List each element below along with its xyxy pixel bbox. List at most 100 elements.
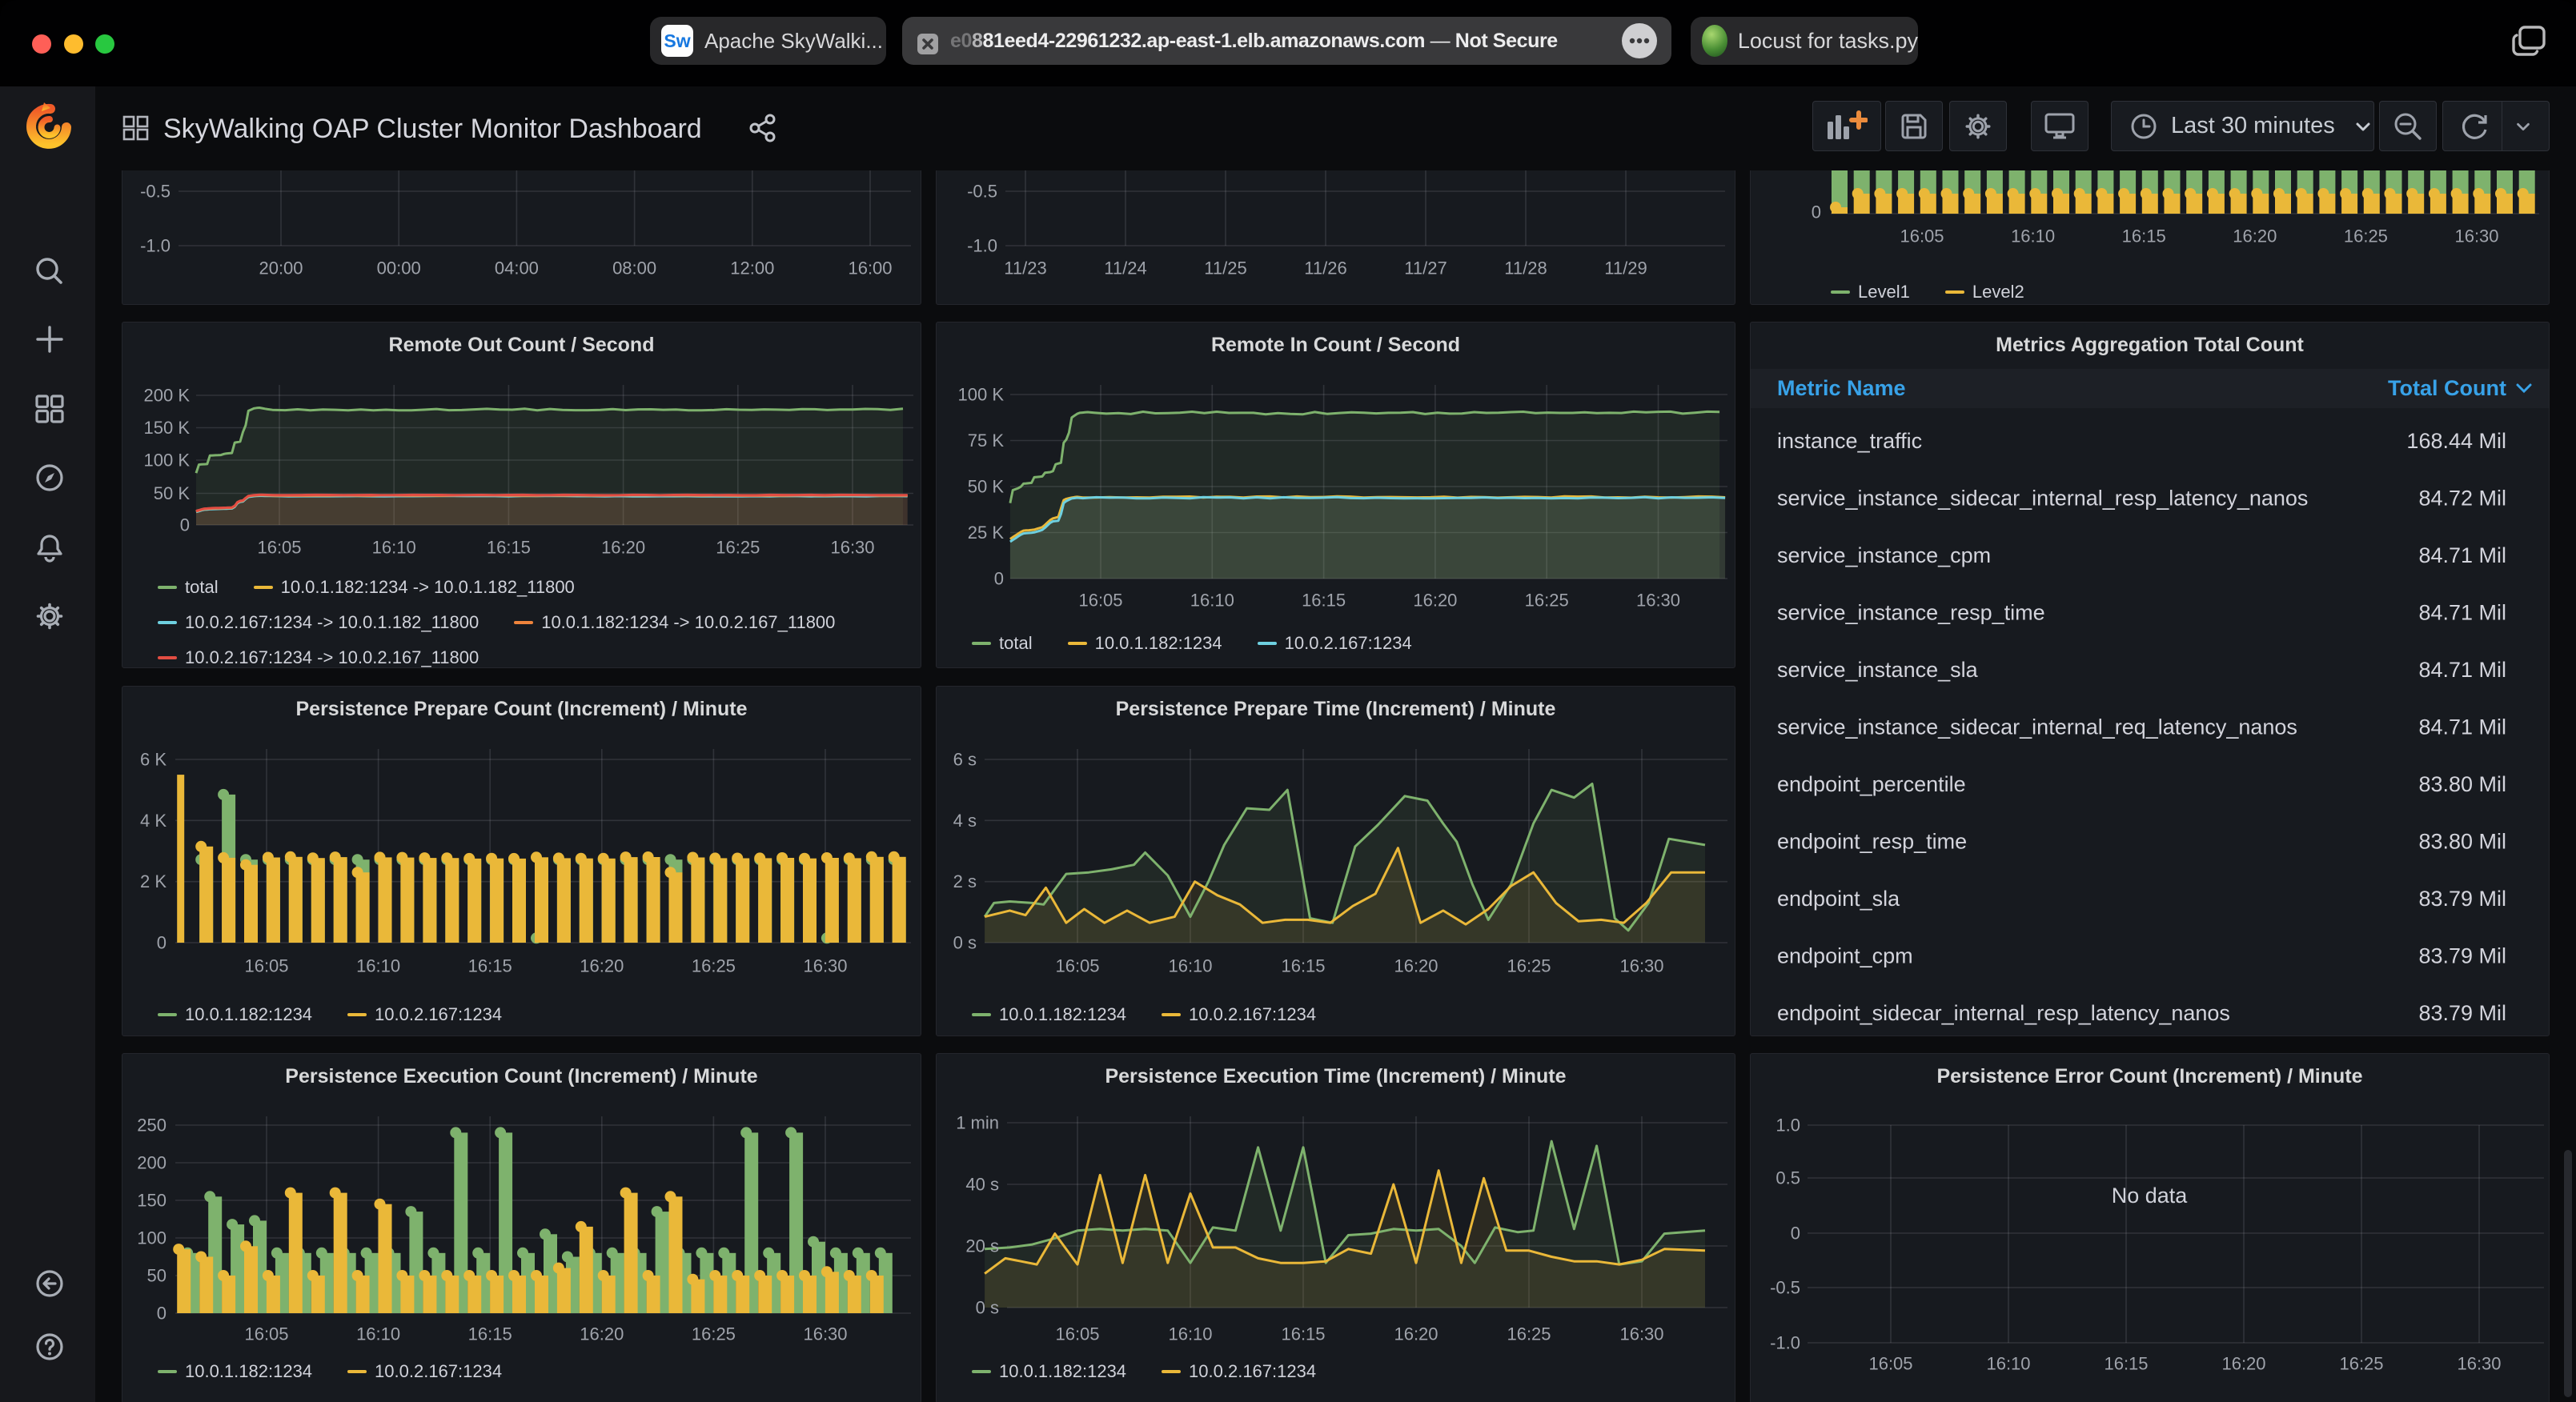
svg-text:83.79 Mil: 83.79 Mil	[2418, 1001, 2506, 1025]
svg-text:83.80 Mil: 83.80 Mil	[2418, 772, 2506, 796]
svg-text:40 s: 40 s	[965, 1175, 999, 1195]
svg-text:Total Count: Total Count	[2388, 376, 2506, 400]
svg-text:-0.5: -0.5	[967, 182, 997, 202]
svg-text:-1.0: -1.0	[1770, 1333, 1800, 1353]
svg-text:-1.0: -1.0	[967, 236, 997, 256]
svg-text:11/28: 11/28	[1504, 258, 1547, 278]
svg-text:16:15: 16:15	[1281, 956, 1325, 976]
svg-text:16:20: 16:20	[1413, 591, 1457, 611]
svg-text:0 s: 0 s	[953, 933, 977, 953]
svg-text:16:30: 16:30	[803, 1324, 847, 1344]
svg-text:16:15: 16:15	[487, 538, 531, 558]
svg-text:16:20: 16:20	[1394, 956, 1438, 976]
svg-text:service_instance_cpm: service_instance_cpm	[1777, 543, 1991, 567]
svg-text:16:05: 16:05	[257, 538, 301, 558]
svg-text:16:10: 16:10	[1168, 1324, 1212, 1344]
svg-text:endpoint_sidecar_internal_resp: endpoint_sidecar_internal_resp_latency_n…	[1777, 1001, 2230, 1025]
svg-text:-0.5: -0.5	[1770, 1278, 1800, 1298]
svg-text:endpoint_resp_time: endpoint_resp_time	[1777, 830, 1967, 854]
svg-text:16:20: 16:20	[580, 1324, 624, 1344]
svg-text:16:10: 16:10	[1168, 956, 1212, 976]
svg-text:11/25: 11/25	[1204, 258, 1246, 278]
svg-text:100: 100	[137, 1228, 167, 1248]
svg-text:84.71 Mil: 84.71 Mil	[2418, 715, 2506, 739]
svg-text:0 s: 0 s	[976, 1298, 999, 1318]
svg-text:168.44 Mil: 168.44 Mil	[2406, 429, 2506, 453]
svg-text:11/26: 11/26	[1304, 258, 1346, 278]
svg-text:100 K: 100 K	[958, 385, 1005, 405]
svg-text:12:00: 12:00	[730, 258, 774, 278]
svg-text:16:15: 16:15	[468, 956, 512, 976]
svg-text:16:10: 16:10	[356, 1324, 400, 1344]
svg-text:16:05: 16:05	[244, 956, 288, 976]
svg-text:04:00: 04:00	[495, 258, 539, 278]
svg-text:16:30: 16:30	[2454, 226, 2498, 246]
svg-text:16:20: 16:20	[2221, 1354, 2265, 1374]
svg-text:16:05: 16:05	[1078, 591, 1122, 611]
svg-text:200: 200	[137, 1153, 167, 1173]
svg-text:83.79 Mil: 83.79 Mil	[2418, 887, 2506, 911]
svg-text:200 K: 200 K	[144, 386, 191, 406]
svg-text:endpoint_sla: endpoint_sla	[1777, 887, 1900, 911]
svg-text:08:00: 08:00	[612, 258, 656, 278]
svg-text:20:00: 20:00	[259, 258, 303, 278]
svg-text:6 K: 6 K	[140, 750, 167, 770]
svg-text:16:20: 16:20	[2233, 226, 2277, 246]
svg-text:16:25: 16:25	[692, 1324, 736, 1344]
svg-text:75 K: 75 K	[968, 431, 1005, 451]
svg-text:150 K: 150 K	[144, 418, 191, 438]
svg-text:11/27: 11/27	[1404, 258, 1446, 278]
svg-text:250: 250	[137, 1116, 167, 1136]
svg-text:83.80 Mil: 83.80 Mil	[2418, 830, 2506, 854]
svg-text:16:05: 16:05	[1868, 1354, 1912, 1374]
svg-text:16:20: 16:20	[580, 956, 624, 976]
svg-text:84.71 Mil: 84.71 Mil	[2418, 658, 2506, 682]
svg-text:16:15: 16:15	[468, 1324, 512, 1344]
svg-text:16:25: 16:25	[1525, 591, 1569, 611]
svg-text:6 s: 6 s	[953, 750, 977, 770]
svg-text:0: 0	[180, 515, 190, 535]
svg-text:1 min: 1 min	[956, 1113, 999, 1133]
svg-text:2 s: 2 s	[953, 871, 977, 891]
svg-text:16:20: 16:20	[601, 538, 645, 558]
svg-text:84.71 Mil: 84.71 Mil	[2418, 601, 2506, 625]
svg-text:16:05: 16:05	[1055, 1324, 1099, 1344]
svg-text:16:05: 16:05	[1055, 956, 1099, 976]
svg-text:0: 0	[157, 1304, 167, 1324]
svg-text:16:10: 16:10	[1986, 1354, 2030, 1374]
svg-text:service_instance_sidecar_inter: service_instance_sidecar_internal_resp_l…	[1777, 487, 2308, 511]
svg-text:0.5: 0.5	[1776, 1168, 1800, 1188]
svg-text:100 K: 100 K	[144, 451, 191, 471]
svg-text:20 s: 20 s	[965, 1236, 999, 1256]
svg-text:16:05: 16:05	[244, 1324, 288, 1344]
svg-text:Metric Name: Metric Name	[1777, 376, 1906, 400]
svg-text:16:25: 16:25	[692, 956, 736, 976]
svg-text:84.71 Mil: 84.71 Mil	[2418, 543, 2506, 567]
svg-text:instance_traffic: instance_traffic	[1777, 429, 1922, 453]
svg-text:16:30: 16:30	[803, 956, 847, 976]
svg-text:4 K: 4 K	[140, 811, 167, 831]
svg-text:2 K: 2 K	[140, 871, 167, 891]
svg-text:16:10: 16:10	[2011, 226, 2055, 246]
svg-text:0: 0	[1812, 202, 1821, 222]
svg-text:83.79 Mil: 83.79 Mil	[2418, 944, 2506, 968]
svg-text:16:15: 16:15	[1281, 1324, 1325, 1344]
svg-text:16:30: 16:30	[830, 538, 874, 558]
svg-text:16:20: 16:20	[1394, 1324, 1438, 1344]
svg-text:16:25: 16:25	[716, 538, 760, 558]
svg-text:16:25: 16:25	[2344, 226, 2388, 246]
svg-text:0: 0	[994, 569, 1004, 589]
svg-text:16:00: 16:00	[848, 258, 892, 278]
svg-text:16:15: 16:15	[2122, 226, 2166, 246]
svg-text:No data: No data	[2112, 1184, 2189, 1208]
svg-text:16:05: 16:05	[1900, 226, 1944, 246]
svg-text:150: 150	[137, 1191, 167, 1211]
svg-text:16:30: 16:30	[1619, 1324, 1663, 1344]
svg-text:11/24: 11/24	[1104, 258, 1146, 278]
svg-text:50 K: 50 K	[968, 477, 1005, 497]
svg-text:16:25: 16:25	[1507, 1324, 1551, 1344]
svg-text:-0.5: -0.5	[140, 182, 171, 202]
svg-text:service_instance_resp_time: service_instance_resp_time	[1777, 601, 2045, 625]
svg-text:16:25: 16:25	[1507, 956, 1551, 976]
svg-text:16:30: 16:30	[2457, 1354, 2501, 1374]
